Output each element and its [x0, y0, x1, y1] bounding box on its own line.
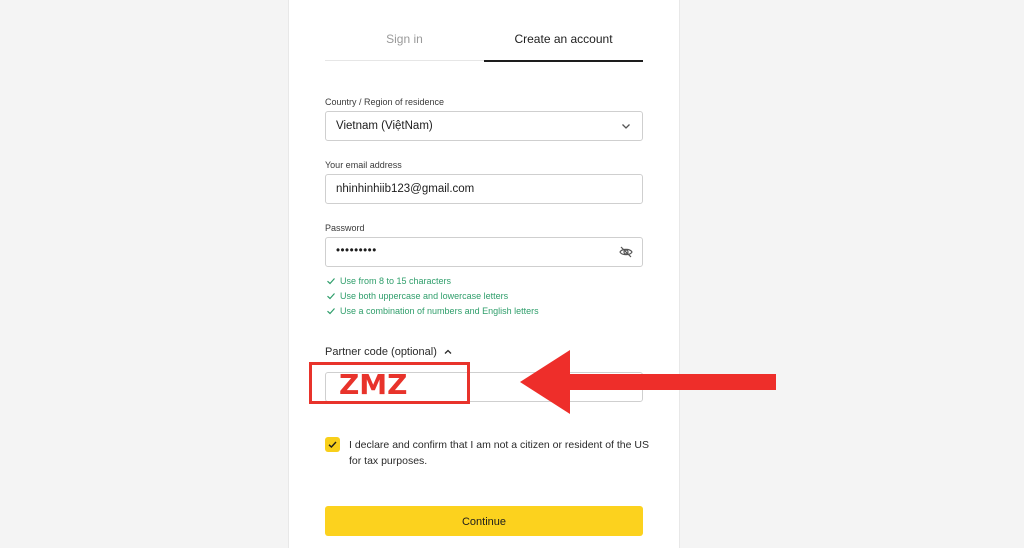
partner-code-toggle[interactable]: Partner code (optional): [325, 346, 453, 358]
password-rule: Use a combination of numbers and English…: [325, 303, 539, 318]
email-value: nhinhinhiib123@gmail.com: [336, 183, 475, 195]
password-rule: Use from 8 to 15 characters: [325, 273, 539, 288]
partner-code-label: Partner code (optional): [325, 346, 437, 358]
continue-button[interactable]: Continue: [325, 506, 643, 536]
tab-sign-in[interactable]: Sign in: [325, 26, 484, 60]
password-rule-text: Use a combination of numbers and English…: [340, 305, 539, 316]
password-rules: Use from 8 to 15 characters Use both upp…: [325, 273, 539, 318]
email-field[interactable]: nhinhinhiib123@gmail.com: [325, 174, 643, 204]
registration-card: Sign in Create an account Country / Regi…: [288, 0, 680, 548]
check-icon: [327, 307, 335, 314]
check-icon: [327, 292, 335, 299]
country-label: Country / Region of residence: [325, 97, 445, 107]
chevron-up-icon: [444, 349, 452, 354]
chevron-down-icon: [622, 124, 630, 129]
partner-code-value: ZMZ: [339, 368, 408, 401]
password-rule: Use both uppercase and lowercase letters: [325, 288, 539, 303]
footer-text: [325, 544, 643, 548]
check-icon: [327, 277, 335, 284]
country-select[interactable]: Vietnam (ViệtNam): [325, 111, 643, 141]
annotation-highlight-box: ZMZ: [309, 362, 470, 404]
password-field[interactable]: •••••••••: [325, 237, 643, 267]
check-icon: [328, 441, 337, 448]
declaration-checkbox[interactable]: [325, 437, 340, 452]
tab-create-account[interactable]: Create an account: [484, 26, 643, 62]
annotation-arrow-icon: [520, 350, 776, 414]
password-rule-text: Use from 8 to 15 characters: [340, 275, 452, 286]
eye-off-icon[interactable]: [618, 244, 634, 260]
password-value: •••••••••: [336, 245, 377, 257]
declaration-text: I declare and confirm that I am not a ci…: [349, 439, 649, 467]
email-label: Your email address: [325, 160, 402, 170]
password-label: Password: [325, 223, 365, 233]
auth-tabs: Sign in Create an account: [325, 26, 643, 62]
country-value: Vietnam (ViệtNam): [336, 120, 433, 132]
password-rule-text: Use both uppercase and lowercase letters: [340, 290, 509, 301]
